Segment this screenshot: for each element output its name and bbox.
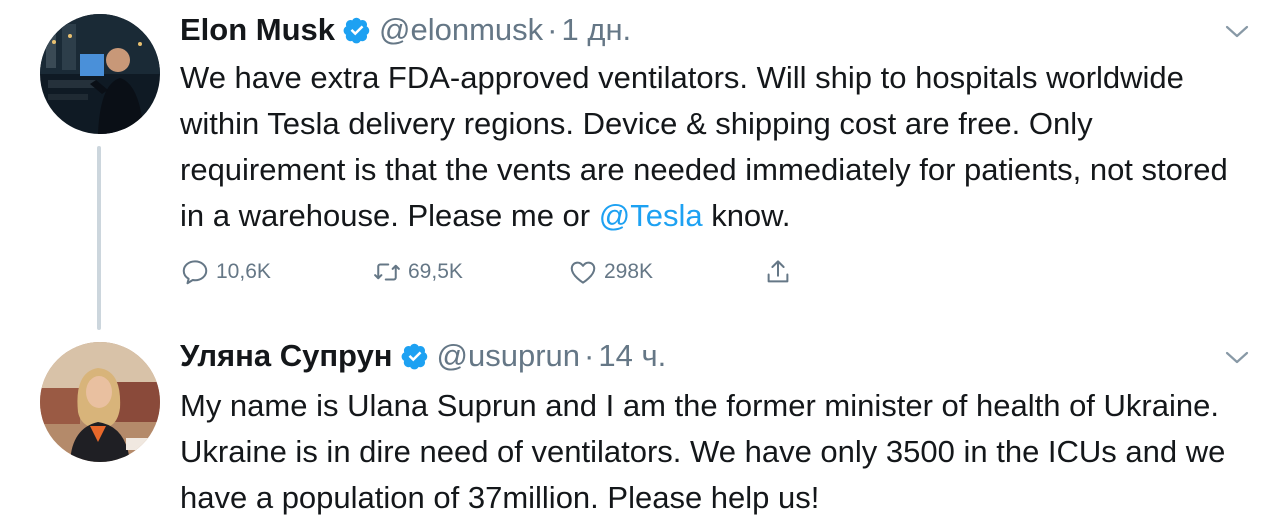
- tweet-text-part: know.: [702, 198, 791, 233]
- tweet-actions: 10,6K 69,5K 298K: [180, 254, 820, 290]
- avatar[interactable]: [40, 342, 160, 462]
- like-count: 298K: [604, 260, 654, 283]
- avatar-image: [40, 14, 160, 134]
- tweet-elonmusk[interactable]: Elon Musk @elonmusk · 1 дн. We have extr…: [0, 0, 1280, 330]
- retweet-icon: [374, 263, 400, 281]
- retweet-button[interactable]: 69,5K: [372, 254, 463, 290]
- tweet-header: Уляна Супрун @usuprun · 14 ч.: [180, 336, 666, 376]
- share-icon: [767, 260, 789, 283]
- reply-count: 10,6K: [216, 260, 271, 283]
- author-name[interactable]: Уляна Супрун: [180, 338, 393, 374]
- tweet-text: My name is Ulana Suprun and I am the for…: [180, 388, 1226, 515]
- separator-dot: ·: [584, 338, 595, 373]
- reply-icon: [182, 260, 208, 285]
- tweet-text: We have extra FDA-approved ventilators. …: [180, 55, 1260, 239]
- chevron-down-icon[interactable]: [1222, 348, 1252, 368]
- author-handle[interactable]: @usuprun: [437, 338, 581, 374]
- chevron-down-icon[interactable]: [1222, 22, 1252, 42]
- like-button[interactable]: 298K: [568, 254, 653, 290]
- verified-badge-icon: [401, 343, 427, 370]
- author-name[interactable]: Elon Musk: [180, 12, 335, 48]
- reply-button[interactable]: 10,6K: [180, 254, 271, 290]
- tweet-usuprun[interactable]: Уляна Супрун @usuprun · 14 ч. My name is…: [0, 330, 1280, 531]
- separator-dot: ·: [547, 12, 558, 47]
- heart-icon: [570, 261, 596, 284]
- share-button[interactable]: [763, 254, 799, 290]
- avatar[interactable]: [40, 14, 160, 134]
- retweet-count: 69,5K: [408, 260, 463, 283]
- thread-line: [97, 146, 101, 330]
- tweet-timestamp[interactable]: 14 ч.: [598, 338, 666, 374]
- author-handle[interactable]: @elonmusk: [379, 12, 543, 48]
- tweet-header: Elon Musk @elonmusk · 1 дн.: [180, 10, 631, 50]
- tweet-timestamp[interactable]: 1 дн.: [562, 12, 632, 48]
- mention-link[interactable]: @Tesla: [599, 198, 703, 233]
- avatar-image: [40, 342, 160, 462]
- verified-badge-icon: [343, 17, 370, 44]
